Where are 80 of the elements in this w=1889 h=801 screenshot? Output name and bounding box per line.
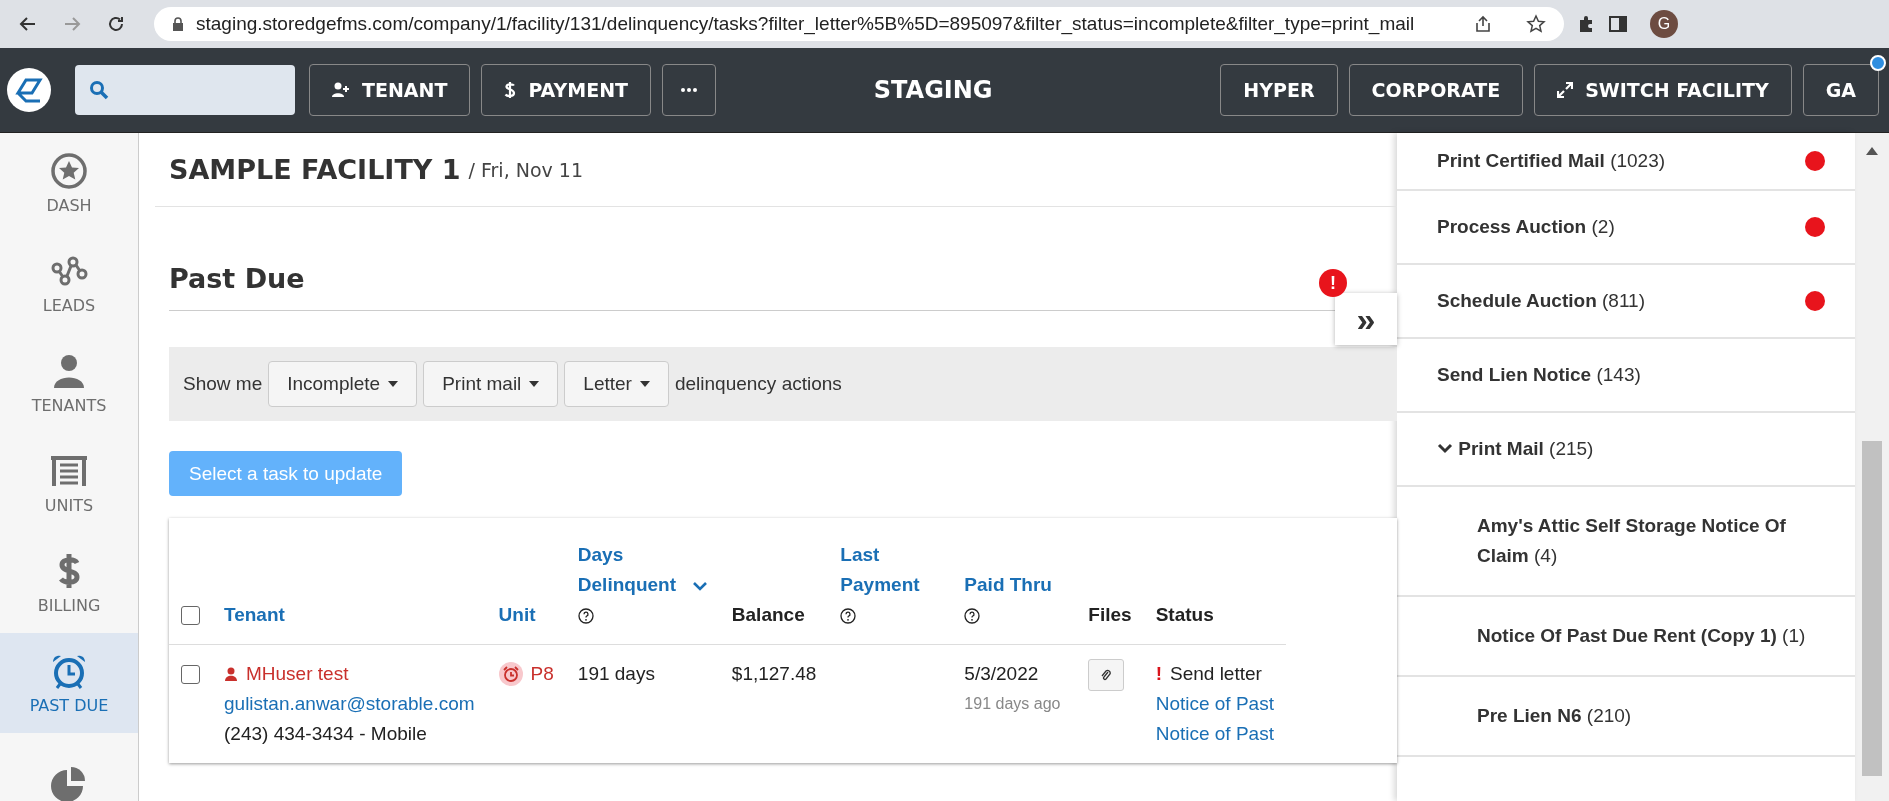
status-text: Send letter (1170, 662, 1262, 686)
logo-icon[interactable] (6, 67, 52, 113)
paid-thru-date: 5/3/2022 (964, 663, 1039, 684)
more-icon (681, 88, 697, 92)
filter-dropdown[interactable]: Print mail (423, 361, 559, 407)
caret-icon (639, 381, 650, 387)
filter-dropdown[interactable]: Incomplete (268, 361, 418, 407)
paperclip-icon (1101, 669, 1112, 681)
task-type-label: Schedule Auction (811) (1437, 290, 1646, 312)
phone-text: (243) 434-3434 - Mobile (224, 723, 427, 744)
search-field[interactable] (75, 65, 295, 115)
chevron-down-icon[interactable] (1437, 443, 1453, 455)
attachment-button[interactable] (1088, 659, 1125, 691)
column-header: Files (1088, 603, 1132, 627)
drawer-toggle-button[interactable]: » (1335, 293, 1397, 345)
caret-icon (529, 381, 540, 387)
column-header[interactable]: Days Delinquent (577, 540, 688, 600)
column-header[interactable]: Last Payment (840, 540, 921, 600)
filter-dropdown[interactable]: Letter (564, 361, 669, 407)
email-link[interactable]: gulistan.anwar@storable.com (224, 693, 475, 714)
header-button[interactable]: CORPORATE (1348, 64, 1524, 116)
letter-link[interactable]: Notice of Past (1155, 693, 1274, 714)
unit-link[interactable]: P8 (530, 659, 554, 689)
user-menu-button[interactable]: GA (1802, 64, 1879, 116)
column-header: Balance (731, 603, 805, 627)
sidebar-item[interactable]: BILLING (0, 533, 138, 633)
balance-text: $1,127.48 (731, 663, 817, 684)
environment-title: STAGING (872, 76, 994, 104)
days-text: 191 days (577, 663, 655, 684)
task-type-label: Amy's Attic Self Storage Notice Of Claim (4) (1477, 514, 1787, 568)
dollar-icon (504, 81, 517, 99)
share-icon[interactable] (1474, 15, 1492, 33)
column-header[interactable]: Paid Thru (964, 570, 1052, 600)
column-header: Status (1155, 603, 1214, 627)
alarm-clock-icon (498, 662, 523, 686)
header-button[interactable]: HYPER (1220, 64, 1338, 116)
filter-label: Show me (183, 373, 263, 395)
date-text: / Fri, Nov 11 (468, 158, 584, 181)
sidebar-icon[interactable] (1608, 14, 1628, 34)
alert-badge: ! (1319, 269, 1347, 297)
task-type-item[interactable]: Print Certified Mail (1023) (1397, 133, 1855, 191)
warning-mark: ! (1155, 662, 1162, 686)
lock-icon (172, 17, 184, 31)
task-type-label: Pre Lien N6 (210) (1477, 704, 1633, 728)
sidebar-item[interactable]: LEADS (0, 233, 138, 333)
row-checkbox[interactable] (181, 665, 200, 685)
header-button[interactable]: TENANT (309, 64, 471, 116)
column-header[interactable]: Unit (498, 600, 536, 630)
expand-arrows-icon (1557, 82, 1574, 98)
paid-thru-ago: 191 days ago (964, 694, 1062, 714)
sidebar-item[interactable]: TENANTS (0, 333, 138, 433)
letter-link[interactable]: Notice of Past (1155, 723, 1274, 744)
search-icon (89, 80, 109, 100)
facility-name: SAMPLE FACILITY 1 (169, 154, 461, 185)
person-icon (224, 667, 238, 681)
more-button[interactable] (662, 64, 716, 116)
add-person-icon (332, 82, 350, 98)
help-icon[interactable] (577, 608, 594, 624)
star-icon[interactable] (1526, 14, 1546, 34)
filter-label: delinquency actions (674, 373, 842, 395)
address-bar[interactable]: staging.storedgefms.com/company/1/facility/131/delinquency/tasks?filter_letter%5B%5D=895097&filter_status=incomplete&filter_type=print_mail (154, 7, 1564, 41)
sidebar-item[interactable]: PAST DUE (0, 633, 138, 733)
sidebar-item[interactable]: DASH (0, 133, 138, 233)
task-type-label: Print Mail (215) (1437, 438, 1825, 460)
help-icon[interactable] (840, 608, 857, 624)
select-all-checkbox[interactable] (181, 606, 200, 626)
column-header[interactable]: Tenant (224, 600, 285, 630)
scroll-up-icon[interactable] (1866, 147, 1878, 155)
tenant-link[interactable]: MHuser test (246, 659, 349, 689)
caret-icon (388, 381, 399, 387)
task-type-label: Print Certified Mail (1023) (1437, 150, 1667, 172)
help-icon[interactable] (964, 608, 981, 624)
sidebar-item[interactable]: UNITS (0, 433, 138, 533)
scrollbar[interactable] (1855, 133, 1889, 801)
task-type-label: Send Lien Notice (143) (1437, 364, 1642, 386)
task-type-label: Process Auction (2) (1437, 216, 1616, 238)
header-button[interactable]: SWITCH FACILITY (1534, 64, 1792, 116)
header-button[interactable]: PAYMENT (481, 64, 651, 116)
profile-avatar[interactable]: G (1650, 10, 1678, 38)
task-type-label: Notice Of Past Due Rent (Copy 1) (1) (1477, 624, 1807, 648)
